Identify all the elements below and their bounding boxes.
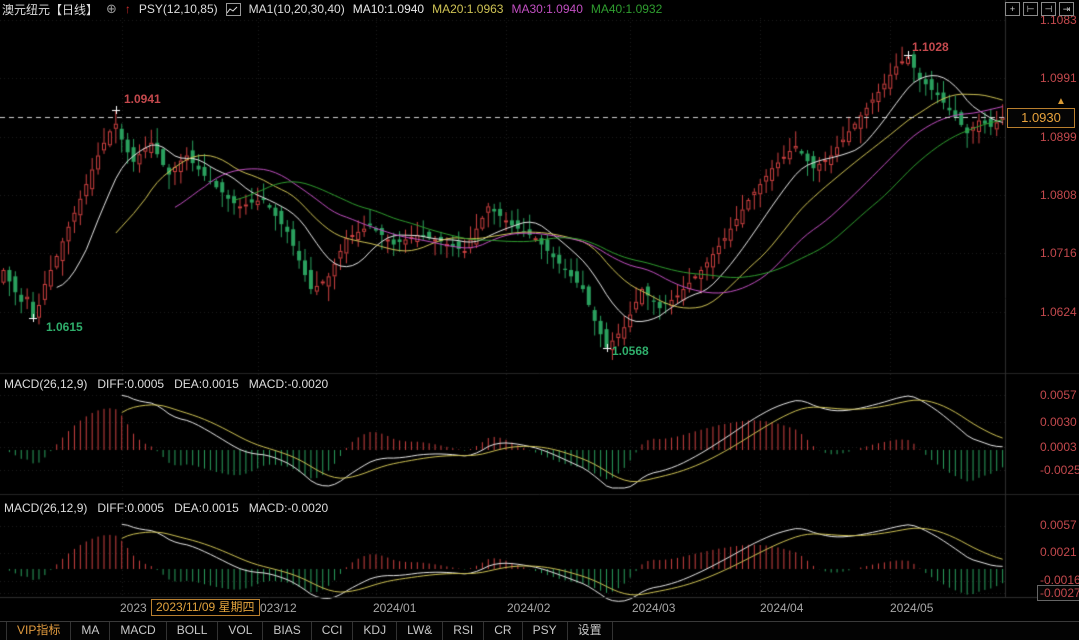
macd-dea-value: DEA:0.0015 bbox=[174, 377, 239, 391]
price-annotation: 1.0568 bbox=[612, 344, 649, 358]
price-axis-label: 1.0624 bbox=[1040, 305, 1077, 319]
chart-application-window: { "colors":{"up":"#cd4040","down":"#2aa0… bbox=[0, 0, 1079, 640]
indicator-tab-rsi[interactable]: RSI bbox=[443, 622, 484, 640]
time-axis-label: 023/12 bbox=[260, 601, 297, 615]
current-price-box: 1.0930 bbox=[1007, 108, 1075, 128]
time-axis-label: 2024/04 bbox=[760, 601, 803, 615]
ma40-value: MA40:1.0932 bbox=[591, 2, 662, 16]
price-annotation: 1.0615 bbox=[46, 320, 83, 334]
top-legend-bar: 澳元纽元【日线】 ⊕ ↑ PSY(12,10,85) MA1(10,20,30,… bbox=[2, 1, 662, 17]
pane-layout-left-icon[interactable]: ⊢ bbox=[1023, 2, 1038, 16]
indicator-tab-macd[interactable]: MACD bbox=[110, 622, 166, 640]
indicator-tab-ma[interactable]: MA bbox=[71, 622, 110, 640]
time-axis-label: 2024/03 bbox=[632, 601, 675, 615]
macd-params-label: MACD(26,12,9) bbox=[4, 377, 87, 391]
symbol-title: 澳元纽元【日线】 bbox=[2, 1, 98, 18]
indicator-tab-vip[interactable]: VIP指标 bbox=[6, 622, 71, 640]
macd-diff-value: DIFF:0.0005 bbox=[97, 377, 164, 391]
window-layout-buttons: +⊢⊣⇥ bbox=[1005, 2, 1074, 16]
macd-panel2-header: MACD(26,12,9) DIFF:0.0005 DEA:0.0015 MAC… bbox=[4, 501, 328, 515]
price-up-marker-icon: ▲ bbox=[1056, 96, 1066, 107]
price-axis-label: 1.0991 bbox=[1040, 71, 1077, 85]
chart-canvas[interactable] bbox=[0, 0, 1079, 640]
indicator-tab-psy[interactable]: PSY bbox=[523, 622, 568, 640]
pane-layout-right-icon[interactable]: ⊣ bbox=[1041, 2, 1056, 16]
indicator-tab-kdj[interactable]: KDJ bbox=[353, 622, 397, 640]
up-arrow-signal-icon: ↑ bbox=[125, 2, 131, 16]
ma20-value: MA20:1.0963 bbox=[432, 2, 503, 16]
indicator-toolbar: VIP指标MAMACDBOLLVOLBIASCCIKDJLW&RSICRPSY设… bbox=[0, 621, 1079, 640]
psy-indicator-label: PSY(12,10,85) bbox=[139, 2, 218, 16]
ma-settings-label: MA1(10,20,30,40) bbox=[249, 2, 345, 16]
indicator-tab-vol[interactable]: VOL bbox=[218, 622, 263, 640]
macd1-axis-label: 0.0057 bbox=[1040, 388, 1077, 402]
indicator-tab-boll[interactable]: BOLL bbox=[167, 622, 219, 640]
time-axis-label: 2023 bbox=[120, 601, 147, 615]
price-axis-label: 1.0808 bbox=[1040, 188, 1077, 202]
price-axis-label: 1.0899 bbox=[1040, 130, 1077, 144]
macd-dea-value: DEA:0.0015 bbox=[174, 501, 239, 515]
macd-hist-value: MACD:-0.0020 bbox=[249, 377, 328, 391]
indicator-tab-lw&[interactable]: LW& bbox=[397, 622, 443, 640]
indicator-tab-设置[interactable]: 设置 bbox=[568, 622, 613, 640]
kline-style-icon[interactable] bbox=[226, 3, 241, 16]
macd-diff-value: DIFF:0.0005 bbox=[97, 501, 164, 515]
indicator-tab-cr[interactable]: CR bbox=[484, 622, 522, 640]
price-annotation: 1.1028 bbox=[912, 40, 949, 54]
macd2-axis-label: -0.0027 bbox=[1037, 585, 1079, 601]
price-axis-label: 1.0716 bbox=[1040, 246, 1077, 260]
crosshair-tool-icon[interactable]: + bbox=[1005, 2, 1020, 16]
circle-plus-icon[interactable]: ⊕ bbox=[106, 1, 117, 17]
macd2-axis-label: 0.0057 bbox=[1040, 518, 1077, 532]
macd-params-label: MACD(26,12,9) bbox=[4, 501, 87, 515]
pane-shift-icon[interactable]: ⇥ bbox=[1059, 2, 1074, 16]
time-axis-label: 2024/01 bbox=[373, 601, 416, 615]
indicator-tab-cci[interactable]: CCI bbox=[312, 622, 354, 640]
macd-hist-value: MACD:-0.0020 bbox=[249, 501, 328, 515]
price-annotation: 1.0941 bbox=[124, 92, 161, 106]
macd2-axis-label: 0.0021 bbox=[1040, 545, 1077, 559]
ma10-value: MA10:1.0940 bbox=[353, 2, 424, 16]
ma30-value: MA30:1.0940 bbox=[511, 2, 582, 16]
crosshair-date-box: 2023/11/09 星期四 bbox=[151, 599, 260, 616]
indicator-tab-bias[interactable]: BIAS bbox=[263, 622, 311, 640]
macd-panel1-header: MACD(26,12,9) DIFF:0.0005 DEA:0.0015 MAC… bbox=[4, 377, 328, 391]
time-axis-label: 2024/05 bbox=[890, 601, 933, 615]
macd1-axis-label: -0.0025 bbox=[1040, 463, 1079, 477]
time-axis-label: 2024/02 bbox=[507, 601, 550, 615]
macd1-axis-label: 0.0030 bbox=[1040, 415, 1077, 429]
macd1-axis-label: 0.0003 bbox=[1040, 440, 1077, 454]
